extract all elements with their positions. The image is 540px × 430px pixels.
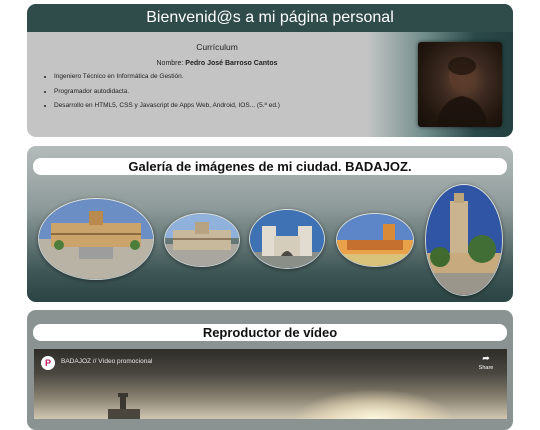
channel-logo-icon[interactable]: P [41, 356, 55, 370]
share-label: Share [478, 365, 494, 371]
video-caption[interactable]: BADAJOZ // Vídeo promocional [61, 358, 152, 365]
video-thumbnail-glow [294, 389, 454, 419]
share-arrow-icon: ➦ [482, 353, 490, 363]
gallery-title: Galería de imágenes de mi ciudad. BADAJO… [33, 158, 507, 175]
tower-image [426, 185, 502, 295]
gate-image [250, 210, 324, 268]
video-card: Reproductor de vídeo P BADAJOZ // Vídeo … [27, 310, 513, 430]
cv-heading: Currículum [196, 42, 238, 52]
profile-card: Bienvenid@s a mi página personal Currícu… [27, 4, 513, 137]
page-title: Bienvenid@s a mi página personal [27, 4, 513, 32]
name-value: Pedro José Barroso Cantos [185, 60, 278, 67]
cv-item: Programador autodidacta. [54, 85, 280, 100]
portrait-image [436, 57, 488, 127]
video-player[interactable]: P BADAJOZ // Vídeo promocional ➦ Share [34, 349, 507, 419]
gallery-photo-plaza[interactable] [38, 198, 154, 280]
video-thumbnail-tower [108, 393, 140, 419]
profile-photo [418, 42, 502, 127]
cv-item: Desarrollo en HTML5, CSS y Javascript de… [54, 99, 280, 114]
cv-list: Ingeniero Técnico en Informática de Gest… [46, 70, 280, 114]
gallery-photo-building[interactable] [164, 213, 240, 267]
gallery-photo-tower[interactable] [425, 184, 503, 296]
video-section-title: Reproductor de vídeo [33, 324, 507, 341]
gallery-photo-gate[interactable] [249, 209, 325, 269]
gallery-photo-alcazaba[interactable] [336, 213, 414, 267]
share-button[interactable]: ➦ Share [476, 353, 496, 371]
gallery-card: Galería de imágenes de mi ciudad. BADAJO… [27, 146, 513, 302]
building-image [165, 214, 239, 266]
plaza-image [39, 199, 153, 279]
name-label: Nombre: [156, 60, 184, 67]
alcazaba-image [337, 214, 413, 266]
cv-item: Ingeniero Técnico en Informática de Gest… [54, 70, 280, 85]
cv-name: Nombre: Pedro José Barroso Cantos [27, 60, 407, 67]
